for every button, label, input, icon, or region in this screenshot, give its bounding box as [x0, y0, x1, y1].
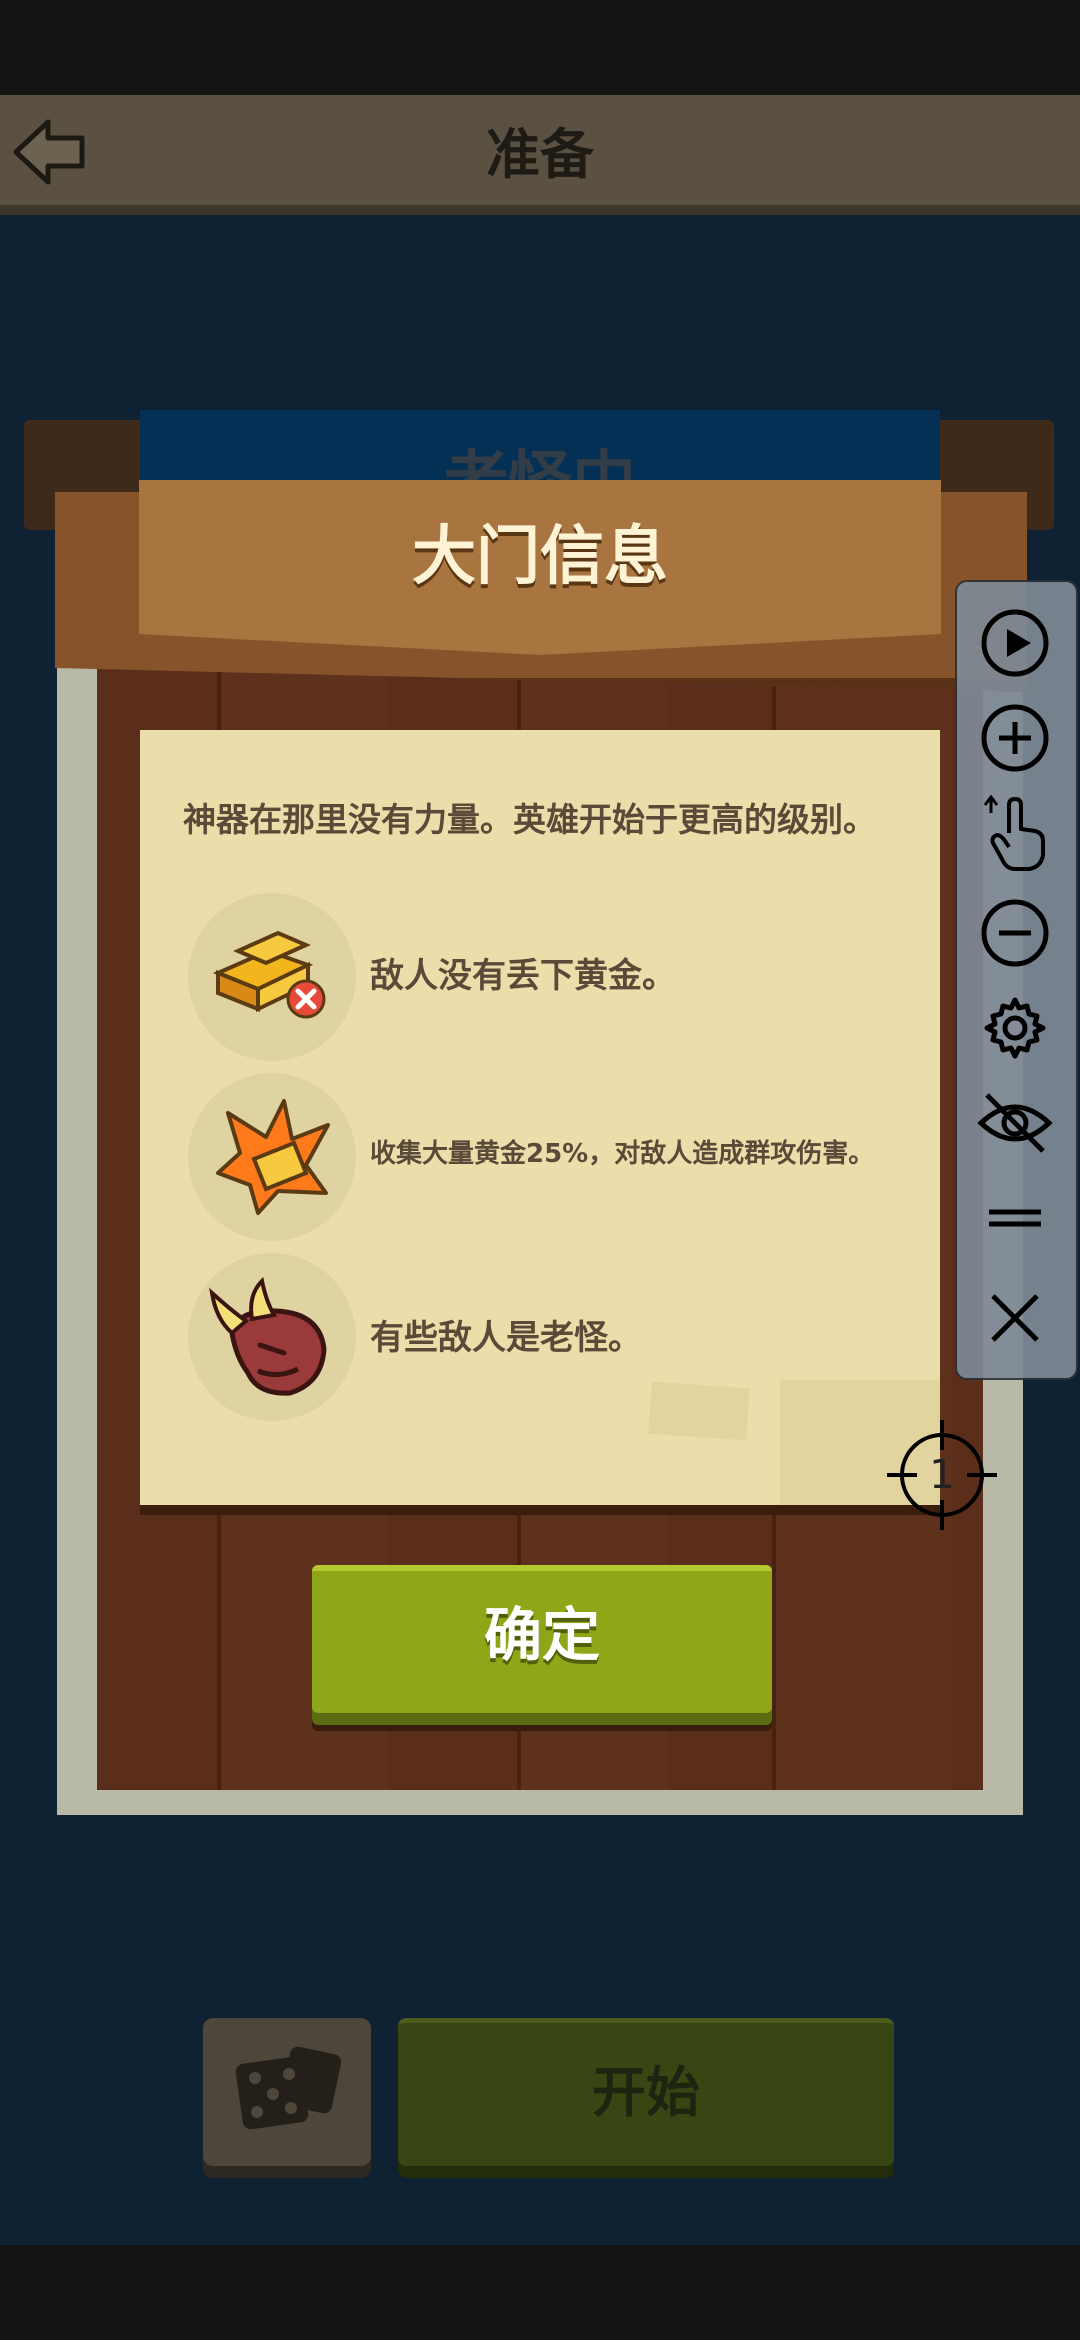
dialog-title: 大门信息: [412, 520, 668, 594]
status-bar: [0, 0, 1080, 95]
zoom-in-icon: [981, 704, 1049, 772]
feature-text: 收集大量黄金25%，对敌人造成群攻伤害。: [370, 1139, 875, 1169]
zoom-out-icon: [981, 899, 1049, 967]
hide-button[interactable]: [975, 1083, 1055, 1163]
confirm-button-label: 确定: [483, 1601, 600, 1669]
hide-eye-icon: [977, 1093, 1053, 1153]
crosshair-marker[interactable]: 1: [887, 1420, 997, 1530]
play-icon: [981, 609, 1049, 677]
settings-gear-icon: [984, 997, 1046, 1059]
tap-gesture-icon: [983, 794, 1045, 871]
menu-lines-icon: [989, 1209, 1041, 1227]
crosshair-label: 1: [929, 1452, 955, 1498]
feature-text: 敌人没有丢下黄金。: [370, 956, 676, 996]
play-button[interactable]: [975, 603, 1055, 683]
horned-boss-icon: [209, 1276, 327, 1396]
random-dice-button[interactable]: [203, 2018, 371, 2166]
gold-bar-crossed-icon: [212, 930, 326, 1019]
feature-icon-badge: [188, 893, 356, 1061]
start-button-label: 开始: [592, 2061, 700, 2124]
parchment-decoration: [648, 1381, 750, 1441]
tap-gesture-button[interactable]: [975, 793, 1055, 873]
close-icon: [991, 1294, 1039, 1342]
zoom-in-button[interactable]: [975, 698, 1055, 778]
gold-burst-icon: [216, 1099, 330, 1215]
feature-icon-badge: [188, 1253, 356, 1421]
dialog-intro-text: 神器在那里没有力量。英雄开始于更高的级别。: [183, 800, 876, 839]
dice-icon: [235, 2046, 342, 2130]
page-title: 准备: [486, 123, 594, 186]
menu-button[interactable]: [975, 1178, 1055, 1258]
system-navigation-bar: [0, 2245, 1080, 2340]
feature-icon-badge: [188, 1073, 356, 1241]
settings-button[interactable]: [975, 988, 1055, 1068]
close-toolbar-button[interactable]: [975, 1278, 1055, 1358]
zoom-out-button[interactable]: [975, 893, 1055, 973]
feature-text: 有些敌人是老怪。: [370, 1318, 642, 1358]
